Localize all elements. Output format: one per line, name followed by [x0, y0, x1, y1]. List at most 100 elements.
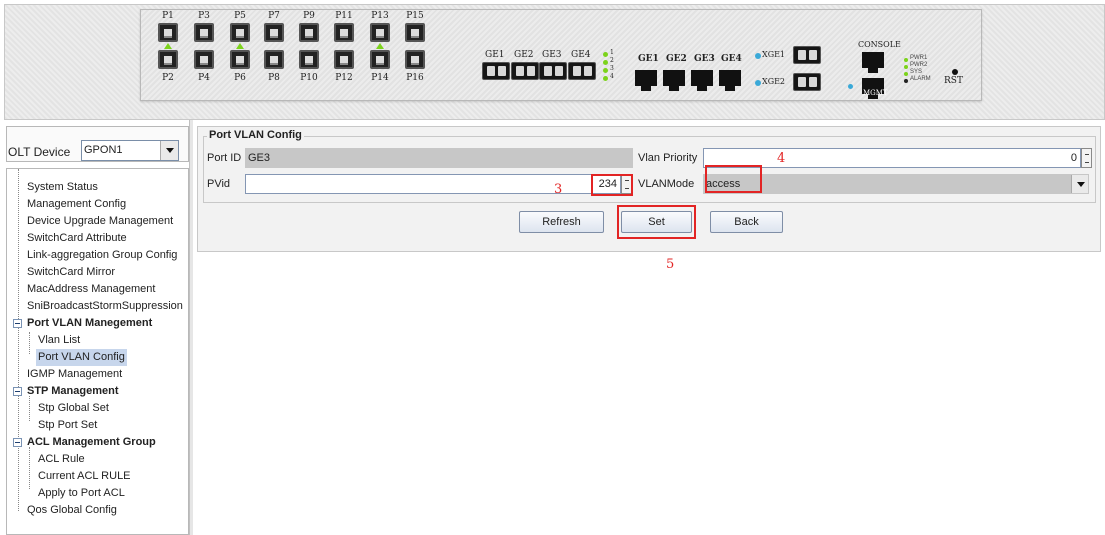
nav-item-system-status[interactable]: System Status: [27, 179, 98, 196]
sfp-port-ge2[interactable]: [511, 62, 539, 80]
nav-group-stp[interactable]: STP Management: [27, 383, 119, 400]
sfp-label: GE3: [542, 50, 562, 60]
collapse-icon[interactable]: [13, 438, 22, 447]
pon-port-p15[interactable]: [405, 23, 425, 42]
xge-label: XGE1: [762, 50, 786, 59]
annotation-box-vlanmode: [705, 165, 762, 193]
pon-port-p3[interactable]: [194, 23, 214, 42]
olt-device-value: GPON1: [84, 144, 123, 156]
vlan-priority-spinner[interactable]: [1081, 148, 1092, 168]
port-label: P7: [268, 11, 280, 21]
tree-guide-line: [29, 332, 30, 354]
rst-label: RST: [944, 76, 963, 86]
sfp-port-ge3[interactable]: [539, 62, 567, 80]
status-label: PWR1: [910, 55, 928, 61]
xge-led: [755, 80, 761, 86]
tree-guide-line: [29, 447, 30, 489]
pon-port-p6[interactable]: [230, 50, 250, 69]
vlan-priority-label: Vlan Priority: [638, 152, 698, 164]
nav-item-link-aggregation[interactable]: Link-aggregation Group Config: [27, 247, 177, 264]
pon-port-p11[interactable]: [334, 23, 354, 42]
pon-port-p12[interactable]: [334, 50, 354, 69]
status-label: PWR2: [910, 62, 928, 68]
rj45-label: GE2: [666, 54, 687, 64]
nav-group-port-vlan[interactable]: Port VLAN Manegement: [27, 315, 152, 332]
nav-item-switchcard-mirror[interactable]: SwitchCard Mirror: [27, 264, 115, 281]
sfp-port-ge1[interactable]: [482, 62, 510, 80]
nav-item-vlan-list[interactable]: Vlan List: [38, 332, 80, 349]
pon-port-p2[interactable]: [158, 50, 178, 69]
port-label: P14: [371, 73, 389, 83]
olt-device-select[interactable]: GPON1: [81, 140, 179, 161]
annotation-number: 5: [666, 257, 675, 272]
sys-led: [904, 72, 908, 76]
nav-item-port-vlan-config[interactable]: Port VLAN Config: [36, 349, 127, 366]
port-label: P12: [335, 73, 353, 83]
sfp-led-label: 3: [610, 65, 614, 72]
nav-item-qos-global[interactable]: Qos Global Config: [27, 502, 117, 519]
refresh-button[interactable]: Refresh: [519, 211, 604, 233]
pon-port-p10[interactable]: [299, 50, 319, 69]
rj45-port-ge3[interactable]: [691, 70, 713, 91]
console-port[interactable]: [862, 52, 884, 73]
nav-item-device-upgrade[interactable]: Device Upgrade Management: [27, 213, 173, 230]
port-label: P11: [335, 11, 353, 21]
vlanmode-label: VLANMode: [638, 178, 695, 190]
port-label: P15: [406, 11, 424, 21]
nav-item-current-acl-rule[interactable]: Current ACL RULE: [38, 468, 131, 485]
port-link-led: [376, 43, 384, 49]
mgmt-label: MGMT: [863, 89, 888, 97]
sfp-led: [603, 52, 608, 57]
port-label: P4: [198, 73, 210, 83]
rj45-port-ge2[interactable]: [663, 70, 685, 91]
nav-item-acl-rule[interactable]: ACL Rule: [38, 451, 85, 468]
reset-button[interactable]: [952, 69, 958, 75]
port-label: P3: [198, 11, 210, 21]
pon-port-p14[interactable]: [370, 50, 390, 69]
xge-port-1[interactable]: [793, 46, 821, 64]
pvid-input[interactable]: 234: [245, 174, 621, 194]
sfp-led-label: 2: [610, 57, 614, 64]
nav-item-management-config[interactable]: Management Config: [27, 196, 126, 213]
port-label: P8: [268, 73, 280, 83]
port-label: P13: [371, 11, 389, 21]
nav-item-switchcard-attribute[interactable]: SwitchCard Attribute: [27, 230, 127, 247]
collapse-icon[interactable]: [13, 387, 22, 396]
pon-port-p16[interactable]: [405, 50, 425, 69]
pon-port-p9[interactable]: [299, 23, 319, 42]
collapse-icon[interactable]: [13, 319, 22, 328]
nav-item-apply-port-acl[interactable]: Apply to Port ACL: [38, 485, 125, 502]
vlan-priority-value: 0: [1070, 152, 1077, 164]
port-link-led: [164, 43, 172, 49]
nav-group-acl[interactable]: ACL Management Group: [27, 434, 156, 451]
nav-item-igmp[interactable]: IGMP Management: [27, 366, 122, 383]
annotation-number: 3: [554, 182, 563, 197]
nav-item-sni-broadcast[interactable]: SniBroadcastStormSuppression: [27, 298, 183, 315]
rj45-port-ge1[interactable]: [635, 70, 657, 91]
alarm-led: [904, 79, 908, 83]
chevron-down-icon[interactable]: [160, 141, 178, 160]
pon-port-p4[interactable]: [194, 50, 214, 69]
port-label: P5: [234, 11, 246, 21]
chevron-down-icon[interactable]: [1071, 175, 1088, 193]
pon-port-p13[interactable]: [370, 23, 390, 42]
back-button[interactable]: Back: [710, 211, 783, 233]
nav-item-stp-port-set[interactable]: Stp Port Set: [38, 417, 97, 434]
pon-port-p5[interactable]: [230, 23, 250, 42]
pon-port-p7[interactable]: [264, 23, 284, 42]
port-id-label: Port ID: [207, 152, 242, 164]
nav-item-macaddress[interactable]: MacAddress Management: [27, 281, 155, 298]
xge-port-2[interactable]: [793, 73, 821, 91]
rj45-label: GE4: [721, 54, 742, 64]
sfp-port-ge4[interactable]: [568, 62, 596, 80]
pon-port-p1[interactable]: [158, 23, 178, 42]
nav-item-stp-global-set[interactable]: Stp Global Set: [38, 400, 109, 417]
sfp-label: GE4: [571, 50, 591, 60]
pon-port-p8[interactable]: [264, 50, 284, 69]
sfp-label: GE1: [485, 50, 505, 60]
panel-splitter[interactable]: [189, 120, 193, 535]
port-link-led: [236, 43, 244, 49]
port-label: P16: [406, 73, 424, 83]
rj45-port-ge4[interactable]: [719, 70, 741, 91]
status-label: ALARM: [910, 76, 931, 82]
